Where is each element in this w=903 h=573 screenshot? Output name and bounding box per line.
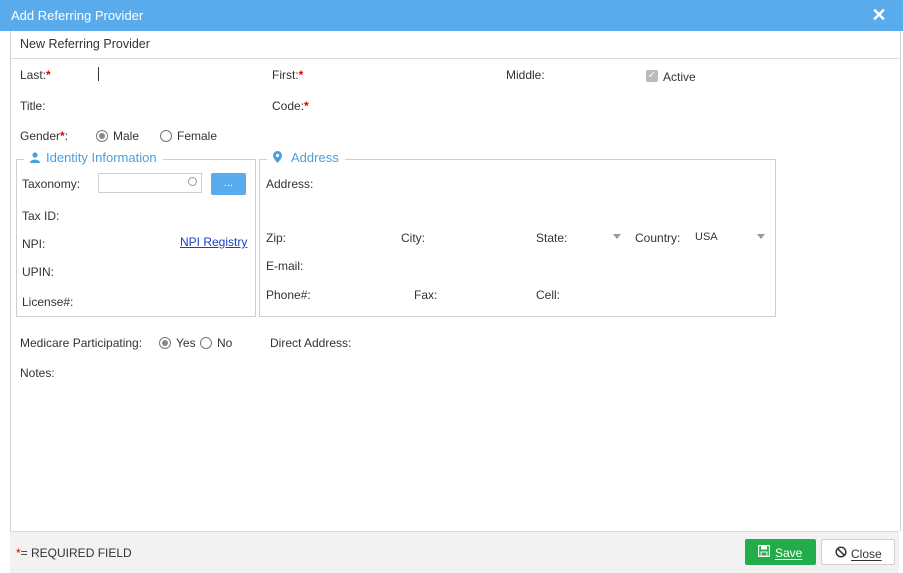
last-name-label: Last:* <box>20 68 51 82</box>
identity-legend: Identity Information <box>24 150 163 165</box>
required-field-note: *= REQUIRED FIELD <box>16 546 132 560</box>
close-icon[interactable]: ✕ <box>870 5 888 25</box>
npi-registry-link[interactable]: NPI Registry <box>180 235 247 249</box>
direct-address-input[interactable] <box>360 331 660 353</box>
notes-input[interactable] <box>96 362 776 422</box>
phone-label: Phone#: <box>266 288 311 302</box>
npi-input[interactable] <box>98 232 174 254</box>
close-button[interactable]: Close <box>821 539 895 565</box>
address-legend: Address <box>267 150 345 165</box>
medicare-yes-radio[interactable] <box>159 337 171 349</box>
medicare-yes-label: Yes <box>176 336 196 350</box>
license-input[interactable] <box>98 290 246 312</box>
active-checkbox[interactable]: ✓ <box>646 70 658 82</box>
save-label: Save <box>775 546 803 560</box>
middle-name-input[interactable] <box>556 62 636 86</box>
taxonomy-label: Taxonomy: <box>22 177 81 191</box>
cell-label: Cell: <box>536 288 561 302</box>
medicare-no-radio[interactable] <box>200 337 212 349</box>
title-input[interactable] <box>96 93 256 117</box>
fax-label: Fax: <box>414 288 438 302</box>
chevron-down-icon <box>757 234 765 239</box>
city-label: City: <box>401 231 425 245</box>
title-bar: Add Referring Provider ✕ <box>0 0 903 31</box>
ban-icon <box>835 546 847 558</box>
tax-id-input[interactable] <box>98 204 246 226</box>
direct-address-label: Direct Address: <box>270 336 352 350</box>
close-label: Close <box>851 547 882 561</box>
address-label: Address: <box>266 177 314 191</box>
user-icon <box>30 152 40 163</box>
fax-input[interactable] <box>440 283 530 305</box>
code-label: Code:* <box>272 99 309 113</box>
city-input[interactable] <box>430 226 528 248</box>
gender-male-radio[interactable] <box>96 130 108 142</box>
zip-input[interactable] <box>292 226 392 248</box>
first-name-input[interactable] <box>330 62 490 86</box>
middle-name-label: Middle: <box>506 68 545 82</box>
gender-male-label: Male <box>113 129 140 143</box>
country-value: USA <box>695 231 718 243</box>
upin-input[interactable] <box>98 260 246 282</box>
upin-label: UPIN: <box>22 265 55 279</box>
country-label: Country: <box>635 231 681 245</box>
address-input[interactable] <box>330 172 766 220</box>
checkmark-icon: ✓ <box>647 70 657 81</box>
cell-input[interactable] <box>562 283 672 305</box>
window-title: Add Referring Provider <box>11 8 144 23</box>
phone-input[interactable] <box>318 283 408 305</box>
country-select[interactable]: USA <box>690 226 768 248</box>
gender-female-label: Female <box>177 129 218 143</box>
last-name-input[interactable] <box>96 62 256 86</box>
circle-icon <box>188 177 197 186</box>
notes-label: Notes: <box>20 366 55 380</box>
title-label: Title: <box>20 99 46 113</box>
floppy-disk-icon <box>758 545 770 557</box>
taxonomy-lookup-button[interactable]: ... <box>211 173 246 195</box>
first-name-label: First:* <box>272 68 304 82</box>
tax-id-label: Tax ID: <box>22 209 60 223</box>
medicare-no-label: No <box>217 336 233 350</box>
chevron-down-icon <box>613 234 621 239</box>
active-label: Active <box>663 70 696 84</box>
save-button[interactable]: Save <box>745 539 816 565</box>
email-input[interactable] <box>330 254 766 276</box>
license-label: License#: <box>22 295 74 309</box>
gender-female-radio[interactable] <box>160 130 172 142</box>
state-label: State: <box>536 231 568 245</box>
state-select[interactable] <box>570 226 626 248</box>
email-label: E-mail: <box>266 259 304 273</box>
gender-label: Gender*: <box>20 129 69 143</box>
map-marker-icon <box>273 151 282 163</box>
zip-label: Zip: <box>266 231 287 245</box>
npi-label: NPI: <box>22 237 46 251</box>
medicare-label: Medicare Participating: <box>20 336 143 350</box>
taxonomy-input[interactable] <box>98 173 202 193</box>
subheader-title: New Referring Provider <box>20 37 150 51</box>
code-input[interactable] <box>330 93 490 117</box>
dialog-subheader: New Referring Provider <box>10 31 899 59</box>
text-cursor <box>98 67 99 81</box>
